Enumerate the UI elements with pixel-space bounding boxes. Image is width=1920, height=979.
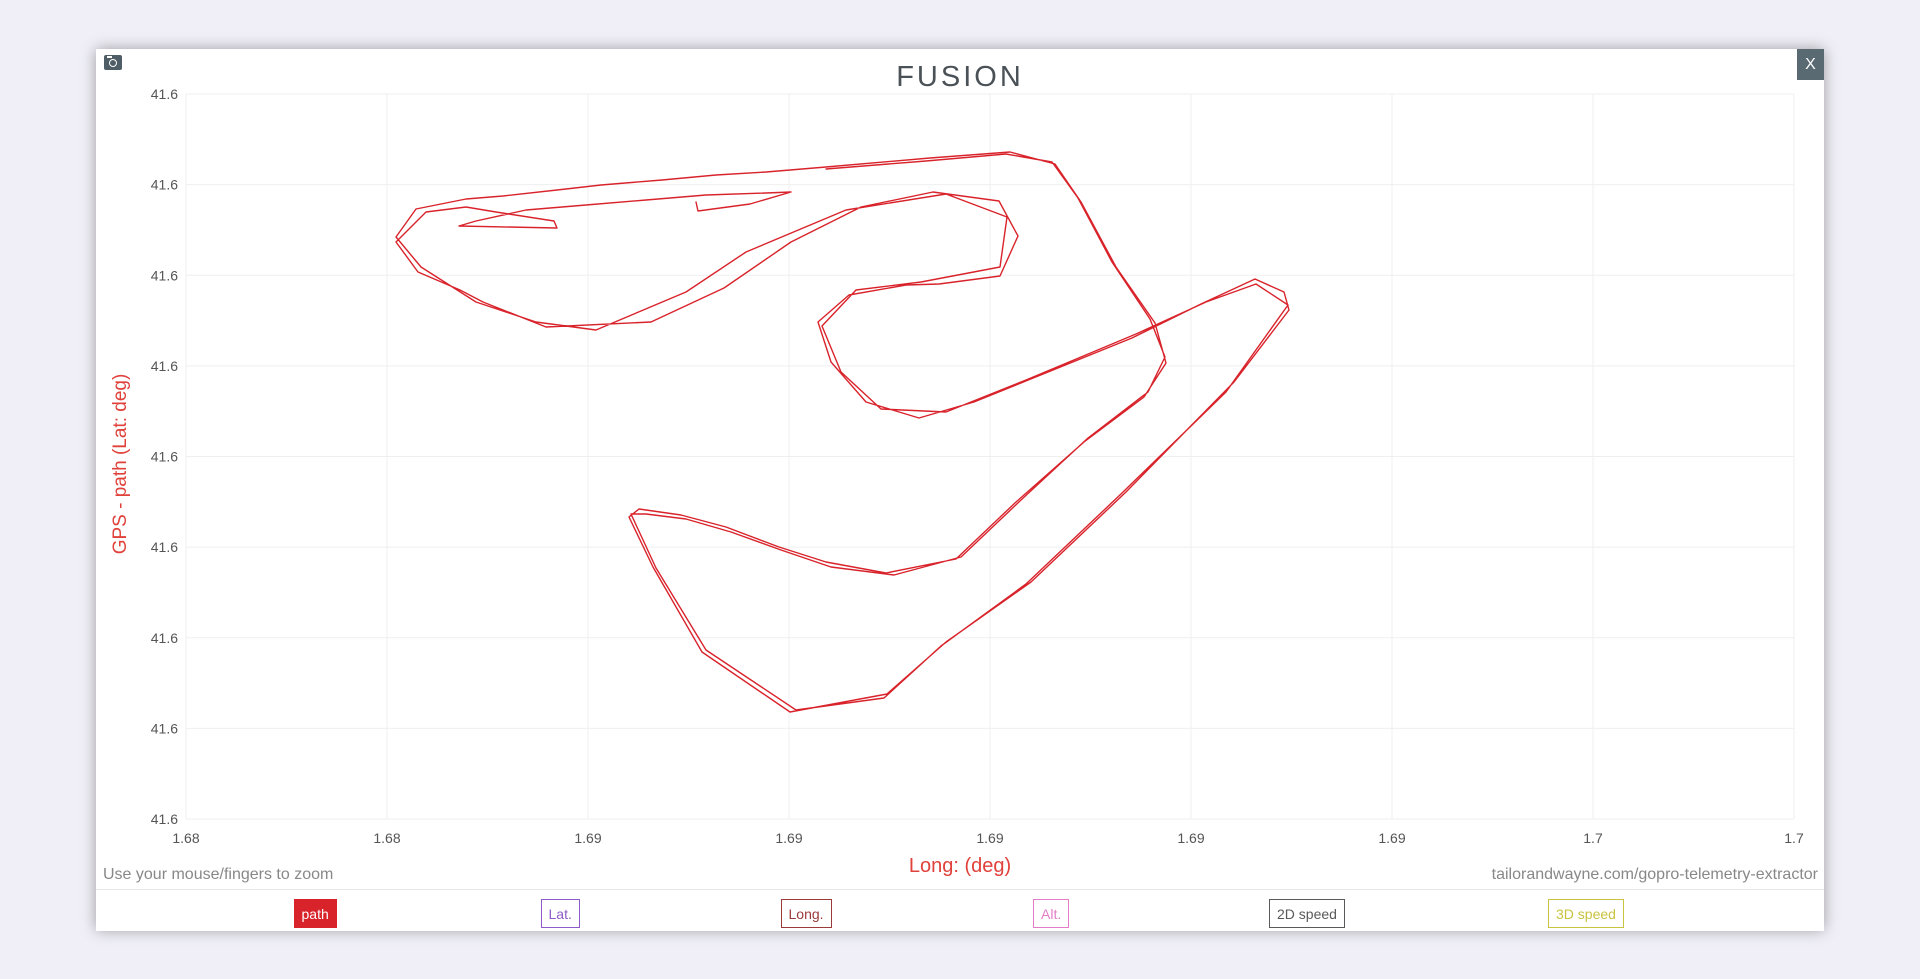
y-tick-labels: 41.6 41.6 41.6 41.6 41.6 41.6 41.6 41.6 41.6	[151, 86, 178, 827]
x-tick-label: 1.69	[775, 830, 802, 846]
y-tick-label: 41.6	[151, 811, 178, 827]
y-tick-label: 41.6	[151, 177, 178, 193]
credit-link[interactable]: tailorandwayne.com/gopro-telemetry-extra…	[1492, 866, 1818, 884]
gps-path-line	[395, 151, 1290, 713]
y-tick-label: 41.6	[151, 720, 178, 736]
legend-button-alt[interactable]: Alt.	[1033, 899, 1070, 928]
y-axis-label: GPS - path (Lat: deg)	[110, 373, 131, 555]
x-tick-label: 1.68	[373, 830, 400, 846]
series-legend: path Lat. Long. Alt. 2D speed 3D speed	[96, 889, 1824, 931]
x-tick-label: 1.69	[574, 830, 601, 846]
x-tick-label: 1.69	[1177, 830, 1204, 846]
x-tick-labels: 1.68 1.68 1.69 1.69 1.69 1.69 1.69 1.7 1.7	[172, 830, 1804, 846]
y-tick-label: 41.6	[151, 449, 178, 465]
x-tick-label: 1.69	[1378, 830, 1405, 846]
chart-modal: X FUSION 41.6 41.6 41.6 41.6 41.6 41.6 41.6 41.…	[96, 49, 1824, 931]
x-tick-label: 1.68	[172, 830, 199, 846]
legend-button-lat[interactable]: Lat.	[540, 899, 580, 928]
zoom-hint: Use your mouse/fingers to zoom	[103, 866, 334, 883]
legend-button-path[interactable]: path	[293, 899, 337, 928]
x-tick-label: 1.7	[1583, 830, 1603, 846]
y-tick-label: 41.6	[151, 267, 178, 283]
chart-plot-area[interactable]: 41.6 41.6 41.6 41.6 41.6 41.6 41.6 41.6 41.6 1.6…	[96, 49, 1824, 889]
legend-button-3d-speed[interactable]: 3D speed	[1548, 899, 1624, 928]
y-tick-label: 41.6	[151, 630, 178, 646]
grid-lines	[185, 93, 1795, 820]
y-tick-label: 41.6	[151, 539, 178, 555]
x-tick-label: 1.7	[1784, 830, 1804, 846]
x-tick-label: 1.69	[976, 830, 1003, 846]
y-tick-label: 41.6	[151, 86, 178, 102]
legend-button-2d-speed[interactable]: 2D speed	[1269, 899, 1345, 928]
y-tick-label: 41.6	[151, 358, 178, 374]
legend-button-long[interactable]: Long.	[780, 899, 832, 928]
